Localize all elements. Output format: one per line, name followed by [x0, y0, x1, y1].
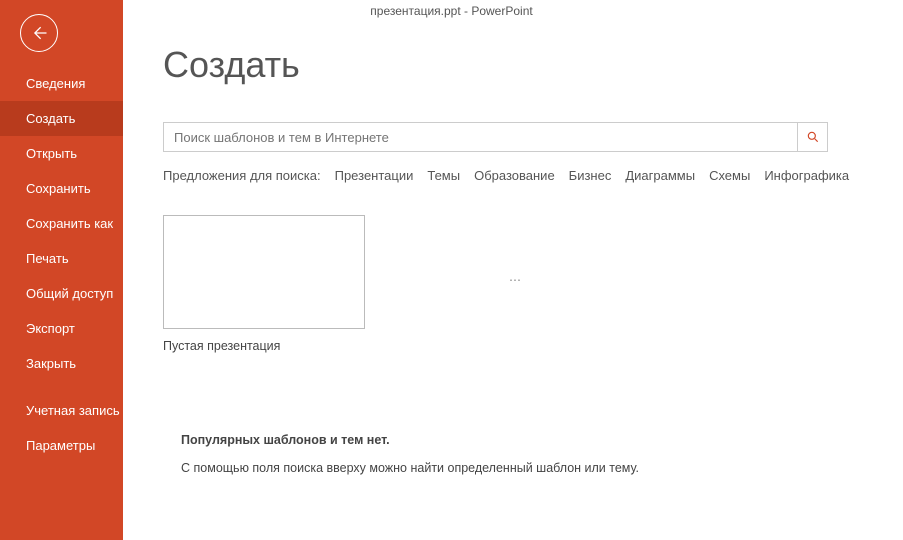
popular-title: Популярных шаблонов и тем нет. [181, 433, 903, 447]
search-icon [806, 130, 820, 144]
template-item: Пустая презентация [163, 215, 365, 353]
sidebar: Сведения Создать Открыть Сохранить Сохра… [0, 0, 123, 540]
sidebar-menu: Сведения Создать Открыть Сохранить Сохра… [0, 66, 123, 463]
suggestions-row: Предложения для поиска: Презентации Темы… [163, 168, 903, 183]
suggestion-link-business[interactable]: Бизнес [569, 168, 612, 183]
popular-block: Популярных шаблонов и тем нет. С помощью… [181, 433, 903, 475]
search-button[interactable] [798, 122, 828, 152]
sidebar-item-label: Учетная запись [26, 403, 120, 418]
sidebar-item-label: Открыть [26, 146, 77, 161]
sidebar-item-print[interactable]: Печать [0, 241, 123, 276]
back-button[interactable] [20, 14, 58, 52]
search-input[interactable] [163, 122, 798, 152]
sidebar-item-open[interactable]: Открыть [0, 136, 123, 171]
suggestion-link-infographics[interactable]: Инфографика [764, 168, 849, 183]
menu-divider [0, 381, 123, 393]
sidebar-item-label: Печать [26, 251, 69, 266]
sidebar-item-label: Экспорт [26, 321, 75, 336]
template-label: Пустая презентация [163, 339, 365, 353]
sidebar-item-new[interactable]: Создать [0, 101, 123, 136]
sidebar-item-label: Закрыть [26, 356, 76, 371]
sidebar-item-options[interactable]: Параметры [0, 428, 123, 463]
sidebar-item-export[interactable]: Экспорт [0, 311, 123, 346]
sidebar-item-label: Сохранить как [26, 216, 113, 231]
sidebar-item-label: Общий доступ [26, 286, 113, 301]
sidebar-item-account[interactable]: Учетная запись [0, 393, 123, 428]
suggestion-link-diagrams[interactable]: Диаграммы [625, 168, 695, 183]
sidebar-item-label: Создать [26, 111, 75, 126]
sidebar-item-close[interactable]: Закрыть [0, 346, 123, 381]
sidebar-item-label: Сохранить [26, 181, 91, 196]
suggestion-link-schemes[interactable]: Схемы [709, 168, 750, 183]
content-area: Создать Предложения для поиска: Презента… [123, 0, 903, 540]
sidebar-item-info[interactable]: Сведения [0, 66, 123, 101]
suggestion-link-presentations[interactable]: Презентации [335, 168, 414, 183]
sidebar-item-label: Параметры [26, 438, 95, 453]
search-row [163, 122, 828, 152]
sidebar-item-label: Сведения [26, 76, 85, 91]
arrow-left-icon [29, 23, 49, 43]
suggestion-link-education[interactable]: Образование [474, 168, 555, 183]
popular-text: С помощью поля поиска вверху можно найти… [181, 461, 903, 475]
suggestion-link-themes[interactable]: Темы [427, 168, 460, 183]
suggestions-label: Предложения для поиска: [163, 168, 321, 183]
loading-spinner-icon: ⋯ [509, 273, 521, 353]
sidebar-item-save[interactable]: Сохранить [0, 171, 123, 206]
sidebar-item-share[interactable]: Общий доступ [0, 276, 123, 311]
templates-row: Пустая презентация ⋯ [163, 215, 903, 353]
template-blank-thumbnail[interactable] [163, 215, 365, 329]
page-title: Создать [163, 44, 903, 86]
sidebar-item-save-as[interactable]: Сохранить как [0, 206, 123, 241]
